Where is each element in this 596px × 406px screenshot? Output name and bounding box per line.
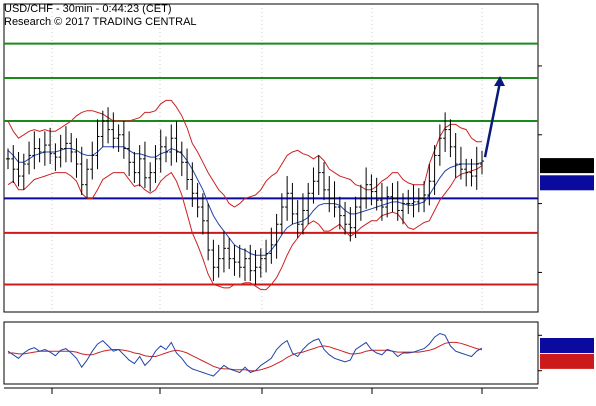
rsi-tag-box [540, 338, 594, 354]
moving-average-line [7, 146, 483, 256]
price-panel [3, 3, 594, 313]
rsi-panel-frame [3, 321, 539, 385]
bollinger-upper-line [7, 99, 482, 208]
copyright-text: Research © 2017 TRADING CENTRAL [4, 16, 197, 28]
rsi-ma-line [8, 341, 483, 372]
chart-canvas: USD/CHF - 30min - 0:44:23 (CET) Research… [3, 3, 594, 394]
rsi-panel [3, 321, 594, 385]
rsi-tag-box [540, 353, 594, 369]
price-panel-frame [3, 3, 539, 313]
price-tag-box [540, 158, 594, 174]
forecast-arrow-line [483, 81, 502, 158]
x-axis [4, 387, 538, 394]
price-tag-box [540, 175, 594, 191]
chart-title: USD/CHF - 30min - 0:44:23 (CET) [4, 3, 171, 15]
